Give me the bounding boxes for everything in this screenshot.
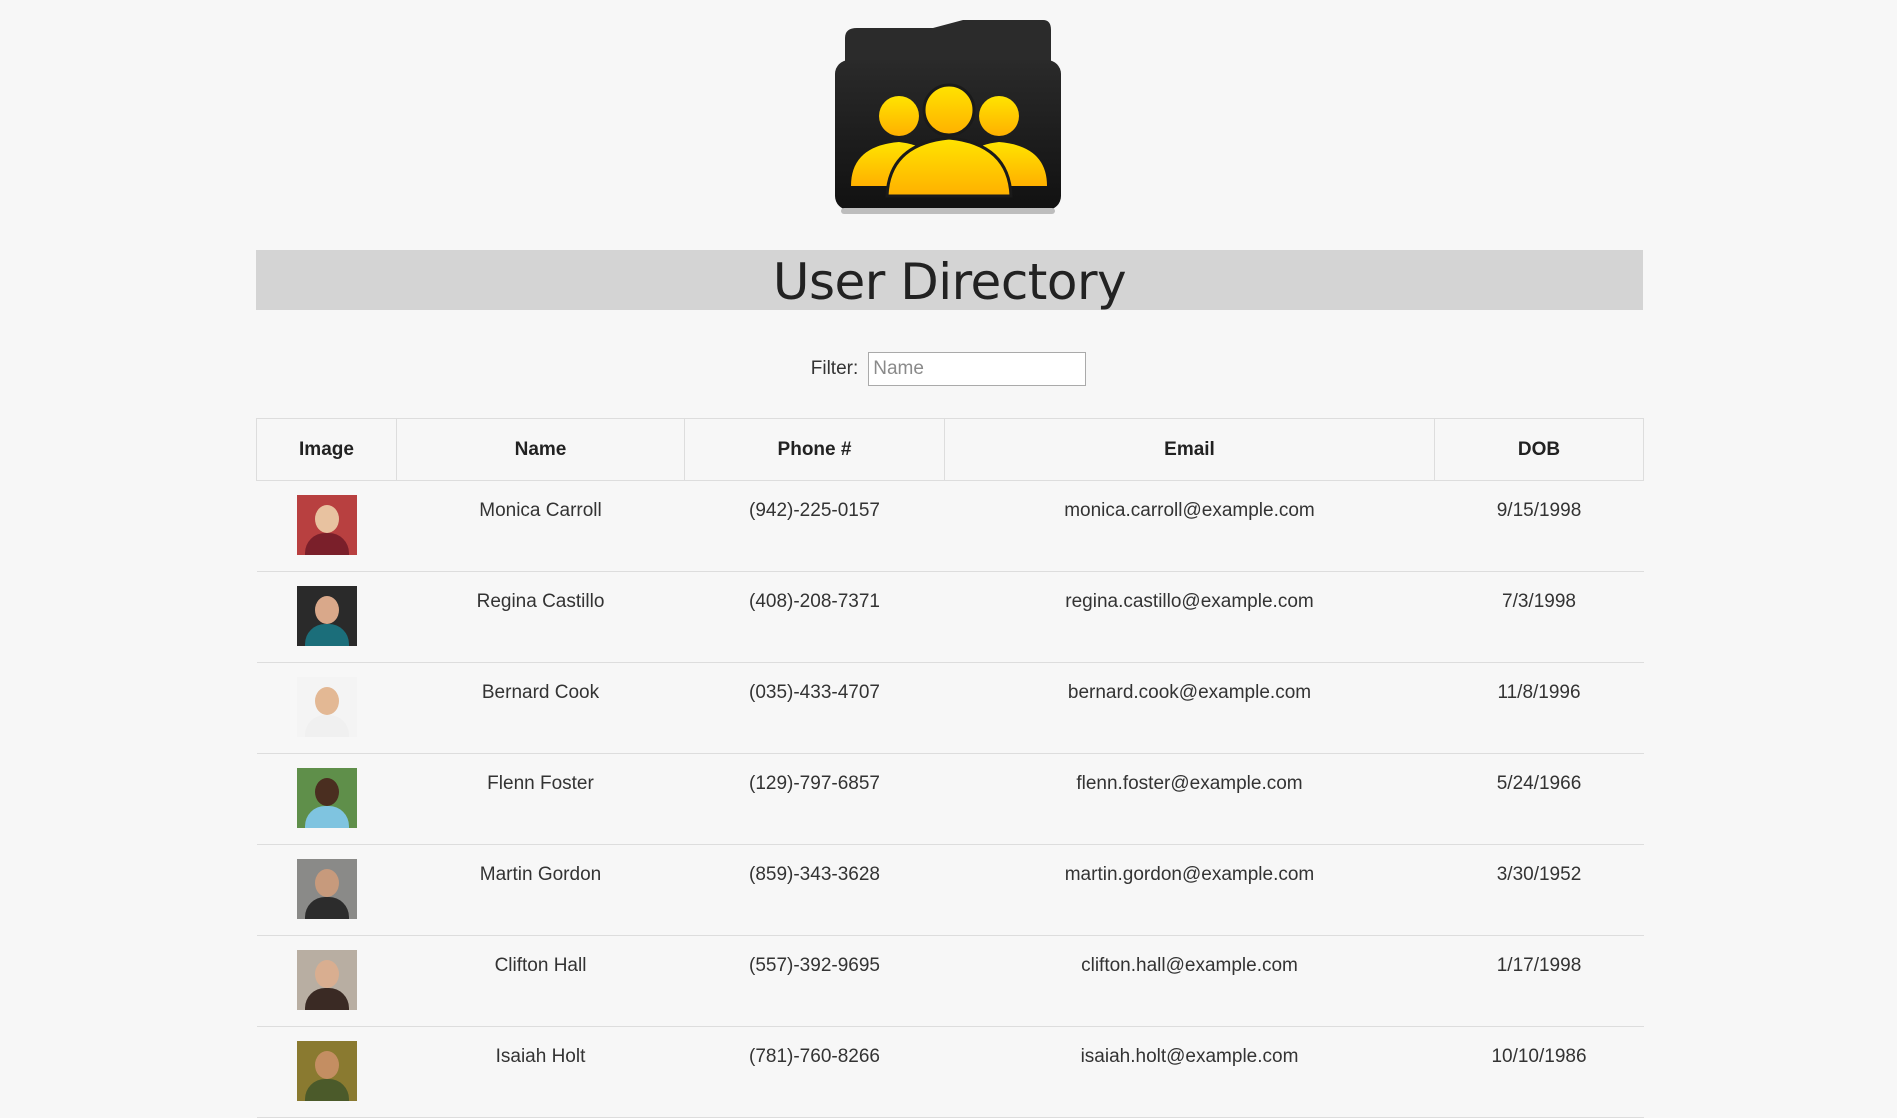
cell-email-text: isaiah.holt@example.com xyxy=(1080,1046,1299,1067)
filter-label: Filter: xyxy=(810,358,859,379)
cell-image xyxy=(256,753,397,845)
cell-dob-text: 11/8/1996 xyxy=(1497,682,1581,703)
filter-row: Filter: xyxy=(0,349,1897,389)
cell-phone-text: (129)-797-6857 xyxy=(749,773,880,794)
cell-image xyxy=(256,571,397,663)
cell-name: Monica Carroll xyxy=(396,480,685,572)
cell-email-text: bernard.cook@example.com xyxy=(1067,682,1312,703)
cell-name: Clifton Hall xyxy=(396,935,685,1027)
cell-email: clifton.hall@example.com xyxy=(944,935,1435,1027)
cell-dob-text: 3/30/1952 xyxy=(1496,864,1582,885)
cell-name-text: Flenn Foster xyxy=(487,773,594,794)
cell-dob-text: 5/24/1966 xyxy=(1496,773,1582,794)
cell-phone-text: (781)-760-8266 xyxy=(749,1046,880,1067)
cell-image xyxy=(256,662,397,754)
table-row: Clifton Hall (557)-392-9695 clifton.hall@e… xyxy=(256,935,1644,1027)
cell-email-text: monica.carroll@example.com xyxy=(1064,500,1315,521)
table-row: Monica Carroll (942)-225-0157 monica.carro… xyxy=(256,480,1644,572)
users-folder-icon xyxy=(834,20,1061,214)
cell-dob: 5/24/1966 xyxy=(1434,753,1644,845)
cell-dob: 1/17/1998 xyxy=(1434,935,1644,1027)
cell-phone-text: (035)-433-4707 xyxy=(749,682,880,703)
avatar xyxy=(296,768,357,828)
column-header-email: Email xyxy=(944,418,1435,481)
column-header-name: Name xyxy=(396,418,685,481)
cell-phone: (781)-760-8266 xyxy=(684,1026,945,1118)
app-logo xyxy=(0,18,1897,218)
cell-dob-text: 10/10/1986 xyxy=(1491,1046,1587,1067)
cell-image xyxy=(256,1026,397,1118)
cell-name: Bernard Cook xyxy=(396,662,685,754)
cell-name-text: Regina Castillo xyxy=(476,591,605,612)
avatar xyxy=(296,1041,357,1101)
cell-email-text: flenn.foster@example.com xyxy=(1076,773,1303,794)
cell-name: Isaiah Holt xyxy=(396,1026,685,1118)
cell-name-text: Martin Gordon xyxy=(479,864,602,885)
cell-email-text: clifton.hall@example.com xyxy=(1081,955,1298,976)
cell-phone: (035)-433-4707 xyxy=(684,662,945,754)
name-filter-input[interactable] xyxy=(868,352,1087,386)
column-header-dob: DOB xyxy=(1434,418,1644,481)
cell-phone-text: (557)-392-9695 xyxy=(749,955,880,976)
cell-phone-text: (408)-208-7371 xyxy=(749,591,880,612)
avatar xyxy=(296,677,357,737)
cell-name: Regina Castillo xyxy=(396,571,685,663)
cell-name: Flenn Foster xyxy=(396,753,685,845)
cell-dob: 9/15/1998 xyxy=(1434,480,1644,572)
table-row: Flenn Foster (129)-797-6857 flenn.foster@e… xyxy=(256,753,1644,845)
cell-dob-text: 7/3/1998 xyxy=(1502,591,1576,612)
cell-email-text: regina.castillo@example.com xyxy=(1065,591,1314,612)
cell-image xyxy=(256,935,397,1027)
cell-dob: 10/10/1986 xyxy=(1434,1026,1644,1118)
cell-dob-text: 9/15/1998 xyxy=(1496,500,1582,521)
cell-name-text: Clifton Hall xyxy=(494,955,587,976)
user-table: Image Name Phone # Email DOB Monica Carr… xyxy=(256,418,1644,1118)
cell-email: martin.gordon@example.com xyxy=(944,844,1435,936)
cell-email: monica.carroll@example.com xyxy=(944,480,1435,572)
cell-phone-text: (942)-225-0157 xyxy=(749,500,880,521)
cell-email: flenn.foster@example.com xyxy=(944,753,1435,845)
cell-dob: 7/3/1998 xyxy=(1434,571,1644,663)
cell-dob: 3/30/1952 xyxy=(1434,844,1644,936)
cell-dob-text: 1/17/1998 xyxy=(1496,955,1582,976)
avatar xyxy=(296,495,357,555)
avatar xyxy=(296,586,357,646)
column-header-image: Image xyxy=(256,418,397,481)
cell-name-text: Isaiah Holt xyxy=(495,1046,586,1067)
cell-image xyxy=(256,480,397,572)
cell-phone: (557)-392-9695 xyxy=(684,935,945,1027)
table-row: Regina Castillo (408)-208-7371 regina.cast… xyxy=(256,571,1644,663)
cell-phone: (859)-343-3628 xyxy=(684,844,945,936)
cell-phone: (129)-797-6857 xyxy=(684,753,945,845)
cell-image xyxy=(256,844,397,936)
avatar xyxy=(296,859,357,919)
cell-name: Martin Gordon xyxy=(396,844,685,936)
cell-email: regina.castillo@example.com xyxy=(944,571,1435,663)
cell-name-text: Bernard Cook xyxy=(481,682,600,703)
avatar xyxy=(296,950,357,1010)
cell-email: isaiah.holt@example.com xyxy=(944,1026,1435,1118)
cell-phone: (942)-225-0157 xyxy=(684,480,945,572)
page-title: User Directory xyxy=(772,253,1127,311)
column-header-phone: Phone # xyxy=(684,418,945,481)
table-row: Martin Gordon (859)-343-3628 martin.gordon… xyxy=(256,844,1644,936)
table-header-row: Image Name Phone # Email DOB xyxy=(256,418,1644,481)
cell-phone: (408)-208-7371 xyxy=(684,571,945,663)
cell-email-text: martin.gordon@example.com xyxy=(1064,864,1315,885)
cell-name-text: Monica Carroll xyxy=(479,500,602,521)
cell-email: bernard.cook@example.com xyxy=(944,662,1435,754)
title-bar: User Directory xyxy=(256,250,1643,311)
table-row: Bernard Cook (035)-433-4707 bernard.cook@e… xyxy=(256,662,1644,754)
table-row: Isaiah Holt (781)-760-8266 isaiah.holt@exa… xyxy=(256,1026,1644,1118)
cell-dob: 11/8/1996 xyxy=(1434,662,1644,754)
cell-phone-text: (859)-343-3628 xyxy=(749,864,880,885)
